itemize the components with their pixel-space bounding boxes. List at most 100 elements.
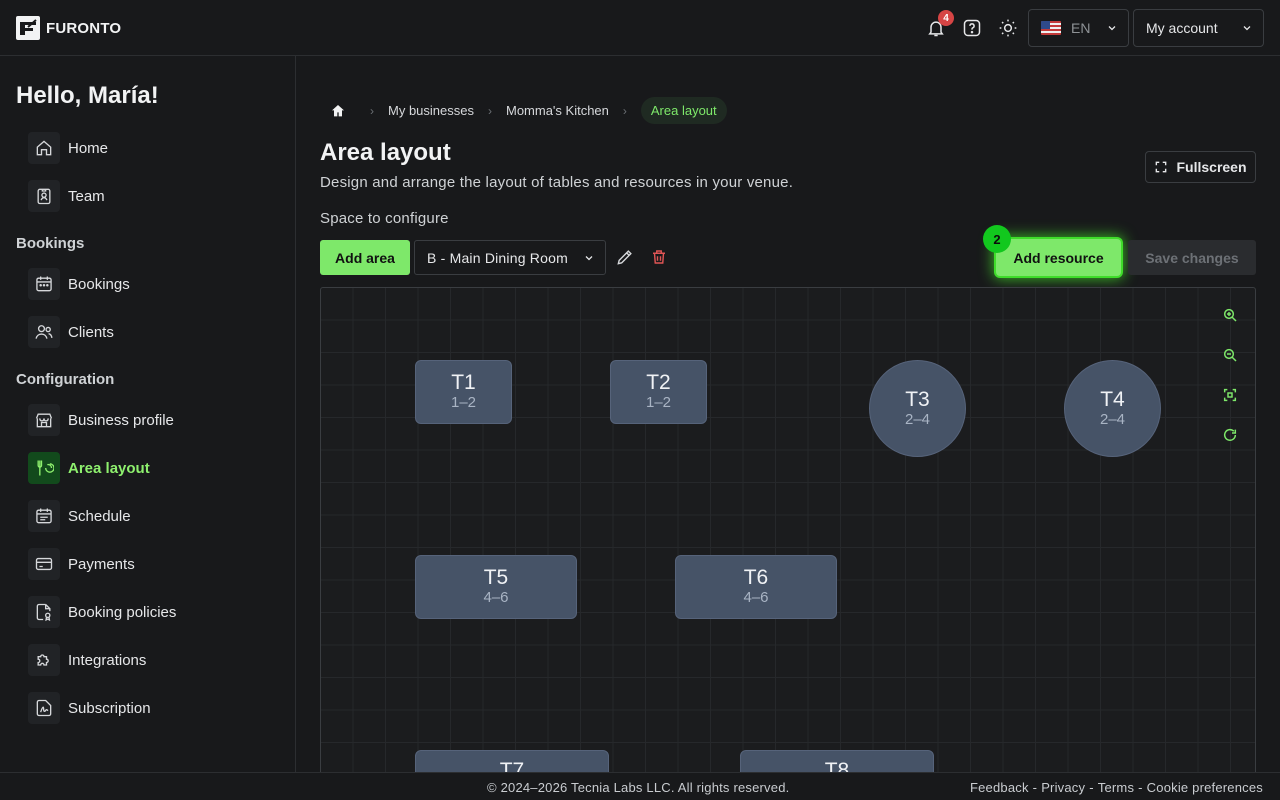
language-label: EN: [1071, 20, 1091, 36]
breadcrumb-home[interactable]: [320, 96, 356, 125]
expand-icon: [1156, 161, 1167, 173]
zoom-in-button[interactable]: [1221, 306, 1239, 324]
users-icon: [28, 316, 60, 348]
help-button[interactable]: [960, 16, 984, 40]
table-t2[interactable]: T2 1–2: [610, 360, 707, 424]
trash-icon: [653, 250, 665, 264]
footer-separator: -: [1089, 780, 1094, 795]
copyright-text: © 2024–2026 Tecnia Labs LLC. All rights …: [487, 780, 790, 795]
card-icon: [28, 548, 60, 580]
table-name: T4: [1100, 387, 1125, 411]
store-icon: [28, 404, 60, 436]
save-changes-button: Save changes: [1128, 240, 1256, 275]
table-t6[interactable]: T6 4–6: [675, 555, 837, 619]
table-capacity: 4–6: [483, 589, 509, 606]
onboarding-step-badge: 2: [983, 225, 1011, 253]
configuration-section-title: Configuration: [16, 371, 115, 388]
sidebar-item-subscription[interactable]: Subscription: [28, 692, 151, 724]
table-t3[interactable]: T3 2–4: [869, 360, 966, 457]
edit-area-button[interactable]: [614, 246, 636, 268]
utensils-icon: [28, 452, 60, 484]
table-t1[interactable]: T1 1–2: [415, 360, 512, 424]
brand-name: FURONTO: [46, 19, 122, 37]
space-label: Space to configure: [320, 210, 449, 227]
area-select[interactable]: B - Main Dining Room: [414, 240, 606, 275]
table-capacity: 2–4: [1099, 410, 1126, 428]
footer: © 2024–2026 Tecnia Labs LLC. All rights …: [0, 772, 1280, 800]
footer-link-privacy[interactable]: Privacy: [1041, 780, 1085, 795]
table-t4[interactable]: T4 2–4: [1064, 360, 1161, 457]
table-name: T1: [451, 371, 476, 394]
table-capacity: 1–2: [450, 394, 477, 411]
logo-mark-icon: [16, 16, 40, 40]
notification-count-badge: 4: [938, 10, 954, 26]
bookings-section-title: Bookings: [16, 235, 85, 252]
breadcrumb-separator: ›: [622, 103, 627, 118]
page-description: Design and arrange the layout of tables …: [320, 174, 794, 191]
top-bar: FURONTO 4 EN My account: [0, 0, 1280, 56]
layout-canvas[interactable]: T1 1–2 T2 1–2 T3 2–4 T4 2–4 T5 4–6 T6 4–…: [320, 287, 1256, 787]
account-label: My account: [1146, 20, 1218, 36]
table-t5[interactable]: T5 4–6: [415, 555, 577, 619]
breadcrumb-separator: ›: [370, 103, 374, 118]
selected-area-label: B - Main Dining Room: [427, 249, 568, 266]
breadcrumb-mommas-kitchen[interactable]: Momma's Kitchen: [506, 103, 609, 118]
footer-links: Feedback - Privacy - Terms - Cookie pref…: [970, 780, 1263, 795]
footer-link-feedback[interactable]: Feedback: [970, 780, 1029, 795]
focus-icon: [1223, 388, 1237, 402]
puzzle-icon: [28, 644, 60, 676]
add-resource-button[interactable]: Add resource: [996, 239, 1121, 276]
sidebar-item-payments[interactable]: Payments: [28, 548, 135, 580]
home-icon: [28, 132, 60, 164]
sidebar-item-team[interactable]: Team: [28, 180, 105, 212]
table-capacity: 4–6: [743, 589, 769, 606]
reset-view-button[interactable]: [1221, 426, 1239, 444]
footer-separator: -: [1032, 780, 1038, 795]
fullscreen-button[interactable]: Fullscreen: [1145, 151, 1256, 183]
chevron-down-icon: [1243, 26, 1251, 31]
footer-separator: -: [1138, 780, 1143, 795]
zoom-in-icon: [1223, 308, 1237, 322]
page-title: Area layout: [320, 139, 451, 166]
us-flag-icon: [1041, 21, 1061, 35]
home-icon: [332, 104, 344, 116]
delete-area-button[interactable]: [648, 246, 670, 268]
footer-link-terms[interactable]: Terms: [1098, 780, 1134, 795]
calendar-icon: [28, 268, 60, 300]
zoom-out-icon: [1223, 348, 1237, 362]
footer-link-cookie-preferences[interactable]: Cookie preferences: [1147, 780, 1263, 795]
sidebar-item-business-profile[interactable]: Business profile: [28, 404, 174, 436]
table-name: T5: [483, 566, 509, 589]
table-capacity: 2–4: [904, 410, 931, 428]
sidebar-item-booking-policies[interactable]: Booking policies: [28, 596, 176, 628]
breadcrumb: › My businesses › Momma's Kitchen › Area…: [320, 96, 727, 125]
zoom-out-button[interactable]: [1221, 346, 1239, 364]
fit-to-screen-button[interactable]: [1221, 386, 1239, 404]
refresh-icon: [1223, 428, 1237, 441]
sidebar-item-integrations[interactable]: Integrations: [28, 644, 146, 676]
breadcrumb-separator: ›: [487, 103, 492, 118]
policy-icon: [28, 596, 60, 628]
notifications-button[interactable]: 4: [924, 10, 954, 40]
theme-toggle-button[interactable]: [996, 16, 1020, 40]
breadcrumb-my-businesses[interactable]: My businesses: [388, 103, 474, 118]
brand-logo[interactable]: FURONTO: [16, 16, 121, 40]
breadcrumb-current: Area layout: [640, 97, 727, 124]
help-icon: [963, 19, 981, 37]
sidebar-item-area-layout[interactable]: Area layout: [28, 452, 150, 484]
table-capacity: 1–2: [645, 394, 672, 411]
sidebar: Hello, María! Home Team Bookings Booking…: [0, 56, 296, 772]
sidebar-item-clients[interactable]: Clients: [28, 316, 114, 348]
signature-icon: [28, 692, 60, 724]
sidebar-item-schedule[interactable]: Schedule: [28, 500, 131, 532]
sidebar-item-home[interactable]: Home: [28, 132, 108, 164]
chevron-down-icon: [1108, 26, 1116, 31]
add-area-button[interactable]: Add area: [320, 240, 410, 275]
table-name: T6: [743, 566, 769, 589]
sun-icon: [999, 19, 1017, 37]
language-select[interactable]: EN: [1028, 9, 1129, 47]
account-menu[interactable]: My account: [1133, 9, 1264, 47]
sidebar-item-bookings[interactable]: Bookings: [28, 268, 130, 300]
greeting: Hello, María!: [16, 82, 159, 109]
badge-icon: [28, 180, 60, 212]
